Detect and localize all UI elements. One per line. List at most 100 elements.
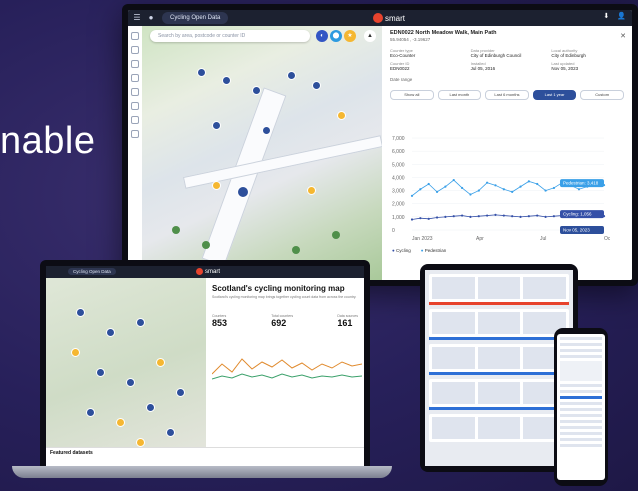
data-point-pedestrian[interactable] bbox=[511, 190, 514, 193]
counter-marker[interactable] bbox=[126, 378, 135, 387]
counter-marker[interactable] bbox=[176, 388, 185, 397]
counter-marker[interactable] bbox=[312, 81, 321, 90]
tool-icon[interactable] bbox=[131, 60, 139, 68]
counter-marker[interactable] bbox=[71, 348, 80, 357]
layers-button[interactable]: ◐ bbox=[316, 30, 328, 42]
range-option[interactable]: Last 6 months bbox=[485, 90, 529, 100]
user-icon[interactable]: 👤 bbox=[617, 12, 626, 20]
data-point-cycling[interactable] bbox=[435, 216, 439, 219]
counter-marker[interactable] bbox=[197, 68, 206, 77]
tool-icon[interactable] bbox=[131, 116, 139, 124]
counter-marker[interactable] bbox=[252, 86, 261, 95]
data-point-cycling[interactable] bbox=[527, 215, 530, 218]
counter-marker[interactable] bbox=[337, 111, 346, 120]
data-point-pedestrian[interactable] bbox=[527, 180, 530, 183]
data-point-cycling[interactable] bbox=[536, 214, 539, 217]
user-location-button[interactable]: ▲ bbox=[364, 30, 376, 42]
data-point-cycling[interactable] bbox=[519, 215, 522, 218]
data-point-pedestrian[interactable] bbox=[552, 186, 556, 190]
counter-marker[interactable] bbox=[222, 76, 231, 85]
counter-marker-selected[interactable] bbox=[237, 186, 249, 198]
menu-icon[interactable]: ☰ bbox=[132, 13, 142, 23]
data-point-pedestrian[interactable] bbox=[577, 188, 581, 191]
tool-icon[interactable] bbox=[131, 88, 139, 96]
tab-cycling-open-data[interactable]: Cycling Open Data bbox=[162, 12, 229, 24]
data-point-pedestrian[interactable] bbox=[410, 194, 414, 197]
tablet-row[interactable] bbox=[429, 414, 569, 442]
data-point-pedestrian[interactable] bbox=[427, 182, 430, 186]
data-point-cycling[interactable] bbox=[460, 214, 464, 217]
tool-icon[interactable] bbox=[131, 46, 139, 54]
field-value: Eco-Counter bbox=[390, 53, 416, 58]
data-point-cycling[interactable] bbox=[511, 215, 514, 218]
counter-marker[interactable] bbox=[156, 358, 165, 367]
counter-marker[interactable] bbox=[136, 318, 145, 327]
data-point-pedestrian[interactable] bbox=[494, 184, 497, 187]
counter-marker[interactable] bbox=[166, 428, 175, 437]
counter-marker[interactable] bbox=[287, 71, 296, 80]
field-value: Jul 05, 2016 bbox=[470, 66, 496, 71]
range-option[interactable]: Last month bbox=[437, 90, 482, 100]
tool-icon[interactable] bbox=[131, 74, 139, 82]
data-point-cycling[interactable] bbox=[427, 217, 430, 220]
range-option-selected[interactable]: Last 1 year bbox=[532, 90, 577, 100]
counter-marker[interactable] bbox=[106, 328, 115, 337]
phone-screen bbox=[557, 334, 605, 480]
tablet-row[interactable] bbox=[429, 309, 569, 337]
counts-chart[interactable]: 7,000 6,000 5,000 4,000 3,000 2,000 1,000 0 Jan … bbox=[390, 134, 610, 244]
data-point-pedestrian[interactable] bbox=[452, 178, 455, 182]
laptop-map[interactable] bbox=[46, 278, 206, 466]
field: Installed Jul 05, 2016 bbox=[471, 61, 544, 71]
data-point-cycling[interactable] bbox=[494, 213, 497, 216]
data-point-cycling[interactable] bbox=[502, 214, 505, 217]
counter-marker[interactable] bbox=[96, 368, 105, 377]
data-point-pedestrian[interactable] bbox=[477, 189, 480, 192]
counter-marker[interactable] bbox=[212, 121, 221, 130]
tablet-row[interactable] bbox=[429, 379, 569, 407]
star-button[interactable]: ★ bbox=[344, 30, 356, 42]
data-point-pedestrian[interactable] bbox=[536, 182, 539, 186]
data-point-cycling[interactable] bbox=[477, 215, 480, 218]
data-point-cycling[interactable] bbox=[552, 215, 556, 218]
data-point-pedestrian[interactable] bbox=[502, 188, 505, 191]
data-point-pedestrian[interactable] bbox=[419, 188, 422, 191]
counter-marker[interactable] bbox=[146, 403, 155, 412]
data-point-cycling[interactable] bbox=[486, 214, 489, 217]
home-icon[interactable]: ● bbox=[146, 13, 156, 23]
data-point-cycling[interactable] bbox=[410, 218, 414, 221]
counter-marker[interactable] bbox=[86, 408, 95, 417]
tablet-row[interactable] bbox=[429, 344, 569, 372]
tool-icon[interactable] bbox=[131, 130, 139, 138]
counter-marker[interactable] bbox=[212, 181, 221, 190]
map-search-input[interactable]: Search by area, postcode or counter ID bbox=[150, 30, 310, 42]
data-point-pedestrian[interactable] bbox=[460, 186, 464, 190]
data-point-cycling[interactable] bbox=[419, 217, 422, 220]
range-option[interactable]: Custom bbox=[580, 90, 624, 100]
data-point-cycling[interactable] bbox=[444, 215, 447, 218]
map-3d-view[interactable]: Search by area, postcode or counter ID ◐… bbox=[142, 26, 384, 280]
range-option[interactable]: Show all bbox=[390, 90, 434, 100]
data-point-pedestrian[interactable] bbox=[444, 185, 447, 188]
data-point-pedestrian[interactable] bbox=[435, 190, 439, 193]
laptop-tab[interactable]: Cycling Open Data bbox=[68, 268, 116, 275]
data-point-cycling[interactable] bbox=[452, 215, 455, 218]
tablet-row[interactable] bbox=[429, 274, 569, 302]
legend-pedestrian: ● Pedestrian bbox=[420, 248, 447, 253]
data-point-pedestrian[interactable] bbox=[519, 185, 522, 188]
data-point-cycling[interactable] bbox=[469, 215, 472, 218]
counter-marker[interactable] bbox=[116, 418, 125, 427]
data-point-pedestrian[interactable] bbox=[469, 193, 472, 196]
counter-marker[interactable] bbox=[307, 186, 316, 195]
counter-marker[interactable] bbox=[76, 308, 85, 317]
data-point-pedestrian[interactable] bbox=[544, 189, 547, 192]
counter-marker[interactable] bbox=[262, 126, 271, 135]
field: Local authority City of Edinburgh bbox=[551, 48, 624, 58]
data-point-cycling[interactable] bbox=[544, 215, 547, 218]
close-icon[interactable]: ✕ bbox=[620, 32, 626, 40]
tool-icon[interactable] bbox=[131, 32, 139, 40]
counter-marker[interactable] bbox=[136, 438, 145, 447]
data-point-pedestrian[interactable] bbox=[486, 181, 489, 184]
tool-icon[interactable] bbox=[131, 102, 139, 110]
download-icon[interactable]: ⬇ bbox=[603, 12, 609, 20]
pin-button[interactable]: ⬤ bbox=[330, 30, 342, 42]
